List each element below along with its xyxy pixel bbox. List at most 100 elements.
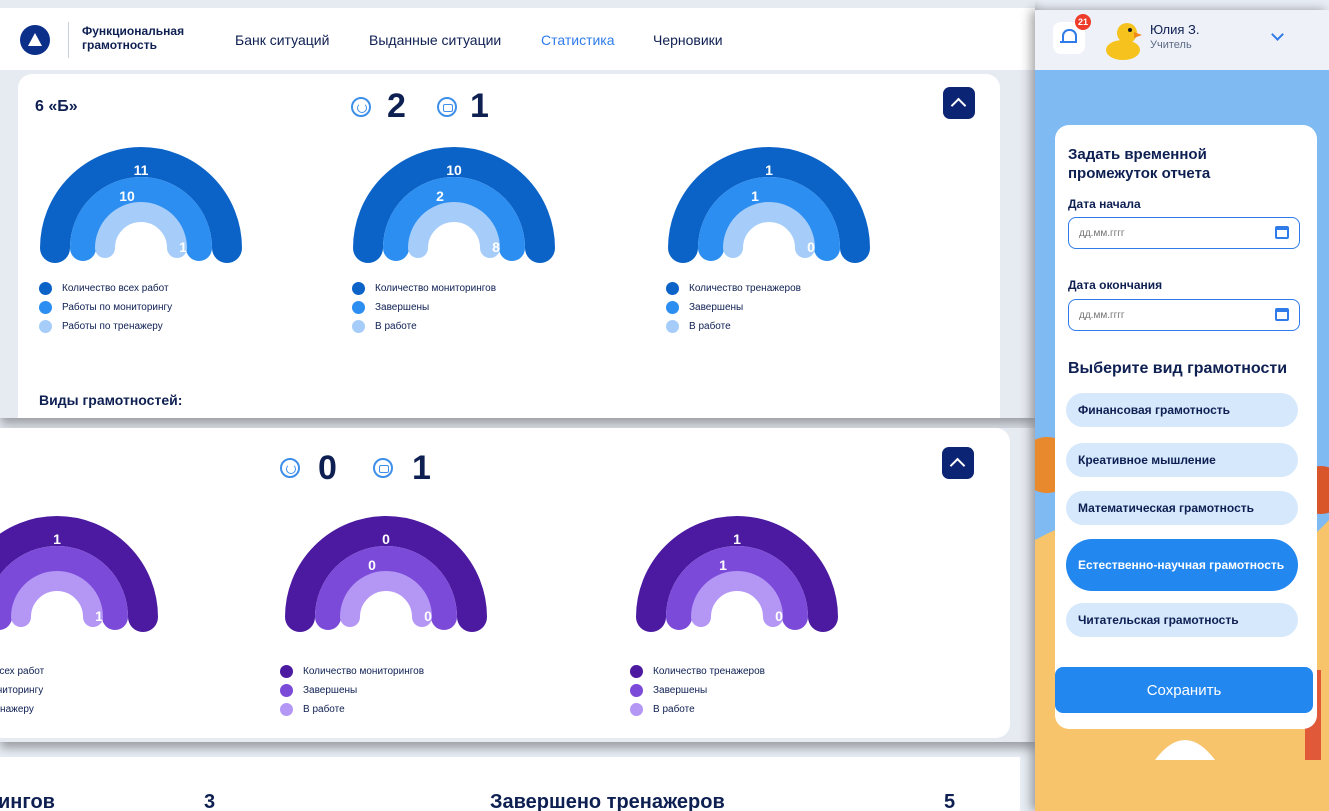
completed-trainers-value: 5 (944, 791, 956, 811)
collapse-button[interactable] (943, 87, 975, 119)
summary-strip: ингов 3 Завершено тренажеров 5 (0, 757, 1020, 811)
inner-value-label: 8 (492, 239, 500, 255)
legend-item: В работе (666, 317, 801, 336)
inner-value-label: 1 (179, 239, 187, 255)
completed-monitorings-value: 3 (204, 791, 216, 811)
legend-label: В работе (303, 704, 345, 715)
save-button[interactable]: Сохранить (1055, 667, 1313, 713)
inner-value-label: 1 (95, 608, 103, 624)
legend-label: Количество тренажеров (689, 283, 801, 294)
monitoring-icon (351, 97, 371, 117)
literacy-option-math[interactable]: Математическая грамотность (1066, 491, 1298, 525)
legend-label: В работе (689, 321, 731, 332)
calendar-icon[interactable] (1275, 308, 1289, 321)
legend-item: Количество мониторингов (352, 279, 496, 298)
calendar-icon[interactable] (1275, 226, 1289, 239)
literacy-option-financial[interactable]: Финансовая грамотность (1066, 393, 1298, 427)
logo-icon[interactable] (20, 25, 50, 55)
legend-label: Количество мониторингов (375, 283, 497, 294)
legend-dot (39, 301, 52, 314)
nav-drafts[interactable]: Черновики (653, 32, 723, 48)
middle-value-label: 0 (368, 557, 376, 573)
report-filter-panel: 21 Юлия З. Учитель Задать временной пром… (1035, 10, 1329, 811)
user-name[interactable]: Юлия З. (1150, 22, 1200, 37)
collapse-button[interactable] (942, 447, 974, 479)
legend-dot (630, 684, 643, 697)
legend-item: Завершены (666, 298, 801, 317)
works-legend: Количество всех работ Работы по монитори… (39, 279, 172, 336)
navbar: Функциональная грамотность Банк ситуаций… (0, 8, 1035, 70)
middle-value-label: 1 (751, 188, 759, 204)
nav-statistics[interactable]: Статистика (541, 32, 615, 48)
outer-value-label: 1 (733, 531, 741, 547)
legend-dot (39, 320, 52, 333)
inner-value-label: 0 (807, 239, 815, 255)
monitorings-gauge: 000 (285, 516, 487, 632)
brand-divider (68, 22, 69, 58)
trainers-count: 1 (412, 449, 431, 487)
class-stats-card: 6 «Б» 2 1 11 10 1 10 2 8 110 Количество всех… (18, 74, 1000, 418)
notification-badge: 21 (1075, 14, 1091, 30)
trainers-gauge: 11 0 (636, 516, 838, 632)
inner-value-label: 0 (424, 608, 432, 624)
legend-item: тво всех работ (0, 662, 44, 681)
outer-value-label: 11 (134, 162, 149, 178)
legend-label: Количество всех работ (62, 283, 169, 294)
works-gauge: 11 (0, 516, 158, 632)
statistics-top-panel: Функциональная грамотность Банк ситуаций… (0, 0, 1035, 418)
literacy-stats-panel: 0 1 11 000 110 тво всех работ о монитори… (0, 428, 1035, 742)
trainers-legend: Количество тренажеров Завершены В работе (666, 279, 801, 336)
inner-arc (723, 202, 815, 258)
monitorings-legend: Количество мониторингов Завершены В рабо… (352, 279, 496, 336)
brand-title[interactable]: Функциональная грамотность (82, 24, 212, 52)
legend-item: Завершены (280, 681, 424, 700)
legend-label: В работе (653, 704, 695, 715)
trainers-legend: Количество тренажеров Завершены В работе (630, 662, 765, 719)
outer-value-label: 0 (382, 531, 390, 547)
user-role: Учитель (1150, 39, 1192, 51)
avatar[interactable] (1103, 18, 1143, 62)
legend-item: о мониторингу (0, 681, 44, 700)
legend-dot (666, 282, 679, 295)
literacy-option-creative[interactable]: Креативное мышление (1066, 443, 1298, 477)
legend-label: Количество тренажеров (653, 666, 765, 677)
legend-dot (280, 684, 293, 697)
monitoring-icon (280, 458, 300, 478)
user-header: 21 Юлия З. Учитель (1035, 10, 1329, 70)
works-legend: тво всех работ о мониторингу о тренажеру (0, 662, 44, 719)
monitorings-count: 2 (387, 87, 406, 125)
end-date-input[interactable] (1068, 299, 1300, 331)
inner-arc (408, 202, 500, 258)
legend-label: В работе (375, 321, 417, 332)
chevron-down-icon[interactable] (1271, 28, 1284, 41)
literacy-option-science[interactable]: Естественно-научная грамотность (1066, 539, 1298, 591)
inner-arc (11, 571, 103, 627)
nav-bank-situations[interactable]: Банк ситуаций (235, 32, 329, 48)
middle-value-label: 1 (719, 557, 727, 573)
literacy-stats-card: 0 1 11 000 110 тво всех работ о монитори… (0, 428, 1010, 738)
legend-label: Завершены (375, 302, 430, 313)
literacy-option-reading[interactable]: Читательская грамотность (1066, 603, 1298, 637)
literacy-select-title: Выберите вид грамотности (1068, 360, 1288, 377)
legend-item: о тренажеру (0, 700, 44, 719)
monitorings-gauge: 102 8 (353, 147, 555, 263)
start-date-input[interactable] (1068, 217, 1300, 249)
outer-value-label: 1 (53, 531, 61, 547)
literacy-types-title: Виды грамотностей: (39, 392, 183, 408)
legend-item: Количество тренажеров (630, 662, 765, 681)
legend-dot (352, 301, 365, 314)
start-date-label: Дата начала (1068, 197, 1141, 211)
legend-label: Количество мониторингов (303, 666, 425, 677)
legend-item: Количество мониторингов (280, 662, 424, 681)
legend-item: В работе (630, 700, 765, 719)
legend-dot (352, 282, 365, 295)
legend-label: Завершены (303, 685, 358, 696)
nav-issued-situations[interactable]: Выданные ситуации (369, 32, 501, 48)
middle-value-label: 2 (436, 188, 444, 204)
outer-value-label: 1 (765, 162, 773, 178)
inner-arc (95, 202, 187, 258)
legend-label: Работы по тренажеру (62, 321, 163, 332)
legend-dot (630, 703, 643, 716)
legend-dot (280, 665, 293, 678)
trainers-count: 1 (470, 87, 489, 125)
